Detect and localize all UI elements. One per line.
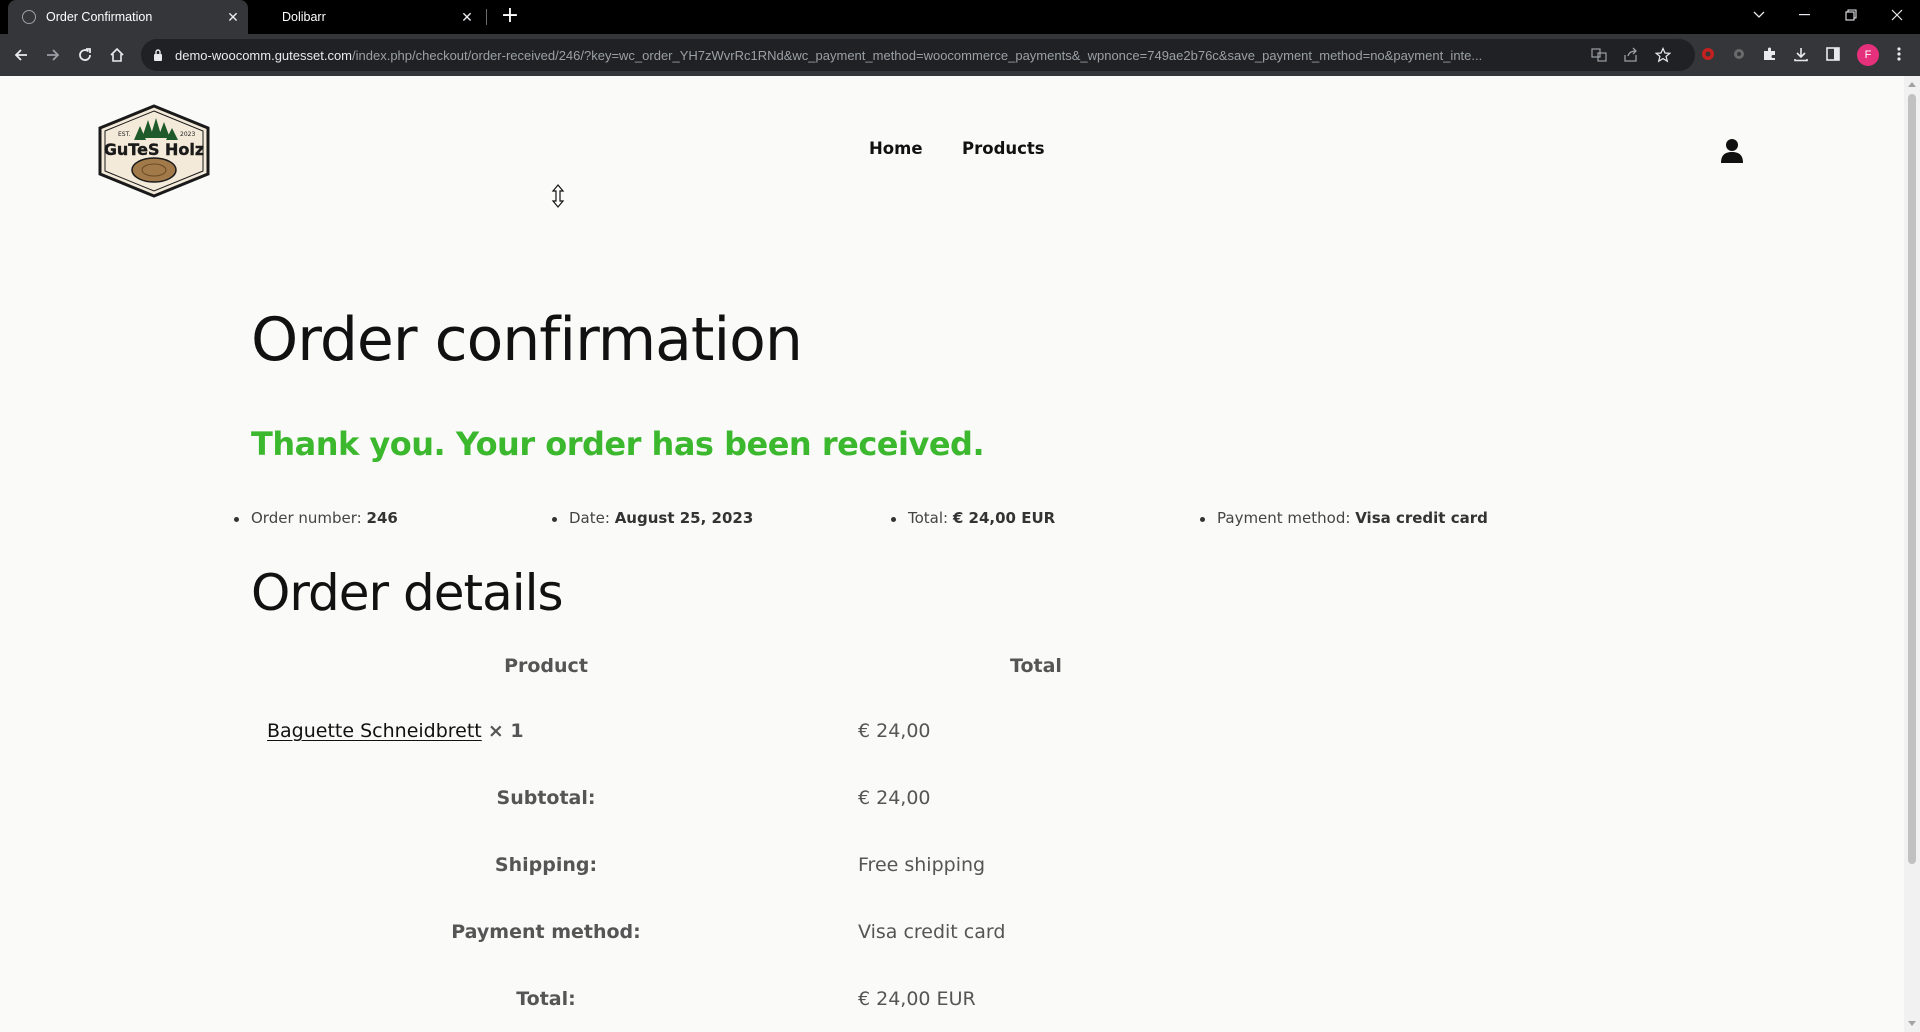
tab-search-icon[interactable] — [1736, 0, 1782, 30]
column-header-product: Product — [504, 655, 588, 677]
reload-icon[interactable] — [73, 43, 97, 67]
payment-method-label: Payment method: — [451, 921, 641, 943]
shipping-label: Shipping: — [494, 854, 598, 876]
account-icon[interactable] — [1720, 138, 1744, 164]
total-value: € 24,00 EUR — [858, 988, 976, 1010]
page-viewport — [0, 76, 1904, 1032]
menu-icon[interactable] — [1888, 43, 1910, 65]
minimize-icon[interactable] — [1782, 0, 1828, 30]
extension-red-icon[interactable] — [1697, 43, 1719, 65]
globe-icon — [22, 10, 36, 24]
scroll-down-icon[interactable] — [1908, 1021, 1916, 1026]
translate-icon[interactable] — [1591, 47, 1607, 63]
scroll-up-icon[interactable] — [1908, 82, 1916, 87]
close-tab-icon[interactable]: ✕ — [224, 9, 242, 26]
tab-dolibarr[interactable]: Dolibarr ✕ — [272, 0, 482, 34]
subtotal-label: Subtotal: — [496, 787, 596, 809]
product-quantity: × 1 — [487, 720, 524, 742]
browser-toolbar: demo-woocomm.gutesset.com/index.php/chec… — [0, 34, 1920, 76]
sidepanel-icon[interactable] — [1822, 43, 1844, 65]
order-item-product: Baguette Schneidbrett × 1 — [267, 720, 524, 742]
tab-order-confirmation[interactable]: Order Confirmation ✕ — [8, 0, 248, 34]
logo-text: GuTeS Holz — [104, 140, 204, 159]
star-icon[interactable] — [1654, 47, 1672, 63]
puzzle-icon[interactable] — [1759, 43, 1781, 65]
lock-icon[interactable] — [153, 46, 163, 65]
close-window-icon[interactable] — [1874, 0, 1920, 30]
resize-cursor-icon — [551, 184, 565, 208]
close-tab-icon[interactable]: ✕ — [458, 9, 476, 26]
order-details-heading: Order details — [251, 564, 564, 622]
url-text[interactable]: demo-woocomm.gutesset.com/index.php/chec… — [175, 48, 1585, 63]
logo-year-text: 2023 — [180, 131, 195, 138]
order-received-notice: Thank you. Your order has been received. — [251, 425, 985, 463]
subtotal-value: € 24,00 — [858, 787, 931, 809]
overview-total: Total: € 24,00 EUR — [890, 509, 1056, 527]
shipping-value: Free shipping — [858, 854, 986, 876]
profile-avatar[interactable]: F — [1857, 44, 1879, 66]
product-link[interactable]: Baguette Schneidbrett — [267, 720, 482, 742]
restore-icon[interactable] — [1828, 0, 1874, 30]
new-tab-button[interactable]: + — [498, 4, 522, 28]
nav-products[interactable]: Products — [962, 139, 1045, 158]
order-item-total: € 24,00 — [858, 720, 931, 742]
tab-label: Order Confirmation — [46, 10, 153, 24]
home-icon[interactable] — [105, 43, 129, 67]
page-scrollbar[interactable] — [1904, 76, 1920, 1032]
back-icon[interactable] — [9, 43, 33, 67]
page-title: Order confirmation — [251, 305, 803, 375]
address-bar[interactable]: demo-woocomm.gutesset.com/index.php/chec… — [141, 39, 1695, 71]
tab-divider — [486, 9, 487, 25]
site-logo[interactable]: EST. 2023 GuTeS Holz — [96, 104, 212, 198]
overview-date: Date: August 25, 2023 — [551, 509, 754, 527]
tab-label: Dolibarr — [282, 10, 326, 24]
browser-tab-strip: Order Confirmation ✕ Dolibarr ✕ + — [0, 0, 1920, 34]
logo-est-text: EST. — [118, 131, 131, 138]
extension-gear-icon[interactable] — [1728, 43, 1750, 65]
overview-order-number: Order number: 246 — [234, 509, 398, 527]
nav-home[interactable]: Home — [869, 139, 923, 158]
download-icon[interactable] — [1790, 43, 1812, 65]
forward-icon[interactable] — [41, 43, 65, 67]
column-header-total: Total — [1010, 655, 1062, 677]
scrollbar-thumb[interactable] — [1908, 94, 1916, 864]
overview-payment-method: Payment method: Visa credit card — [1200, 509, 1488, 527]
total-label: Total: — [516, 988, 576, 1010]
share-icon[interactable] — [1623, 47, 1639, 63]
payment-method-value: Visa credit card — [858, 921, 1006, 943]
